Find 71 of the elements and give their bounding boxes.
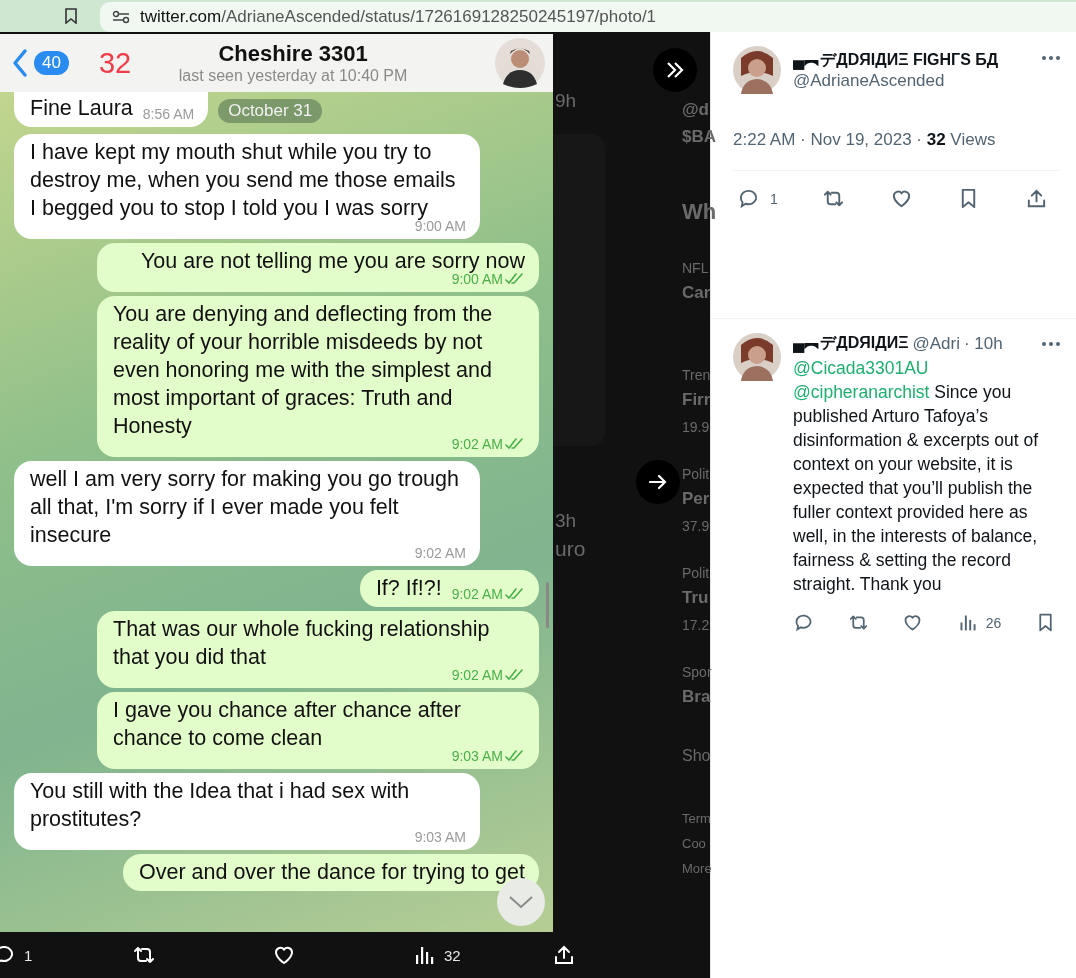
- dimmed-text: Term: [682, 810, 712, 828]
- message-text: Over and over the dance for trying to get: [138, 859, 525, 886]
- message-time: 9:02 AM: [414, 545, 466, 561]
- date-pill: October 31: [218, 99, 323, 123]
- message-time: 8:56 AM: [142, 106, 195, 122]
- message-text: You still with the Idea that i had sex with prostitutes?: [30, 778, 411, 833]
- dimmed-text: Per: [682, 489, 711, 509]
- message-text: If? If!?!: [375, 575, 442, 602]
- more-icon[interactable]: [1042, 56, 1060, 60]
- dimmed-text: @d: [682, 100, 710, 120]
- reply-icon[interactable]: [737, 187, 760, 210]
- dimmed-text: Sho: [682, 746, 712, 766]
- action-count: 1: [24, 946, 33, 964]
- message-text: I have kept my mouth shut while you try to destroy me, when you send me those emails I begged you to stop I told you I was sorry: [30, 139, 457, 221]
- dimmed-text: 37.9: [682, 517, 711, 536]
- message-time: 9:02 AM: [451, 436, 503, 452]
- unread-count: 32: [98, 46, 132, 80]
- address-bar[interactable]: twitter.com/AdrianeAscended/status/1726169128250245197/photo/1: [100, 2, 1076, 32]
- double-chevron-icon: [665, 61, 685, 79]
- action-count: 1: [770, 190, 778, 207]
- dimmed-text: Tru: [682, 588, 710, 608]
- unread-badge: 40: [34, 51, 69, 75]
- last-seen-text: last seen yesterday at 10:40 PM: [178, 67, 408, 85]
- scrollbar[interactable]: [546, 582, 549, 628]
- message-text: I gave you chance after chance after chance to come clean: [113, 697, 462, 751]
- arrow-right-icon: [648, 473, 668, 491]
- reply-icon[interactable]: [793, 612, 814, 633]
- chevron-down-icon: [508, 895, 534, 909]
- share-icon[interactable]: [1025, 187, 1048, 210]
- expand-button[interactable]: [653, 48, 697, 92]
- contact-name: Cheshire 3301: [218, 41, 368, 67]
- share-icon[interactable]: [552, 943, 576, 967]
- message-text: Fine Laura: [30, 95, 133, 122]
- message-text: You are not telling me you are sorry now: [140, 248, 525, 274]
- avatar[interactable]: [733, 333, 781, 381]
- dimmed-text: Coo: [682, 835, 707, 853]
- message-time: 9:02 AM: [451, 667, 503, 683]
- url-text: twitter.com/AdrianeAscended/status/1726169128250245197/photo/1: [140, 7, 657, 27]
- dimmed-text: uro: [555, 537, 586, 561]
- action-count: 26: [985, 614, 1002, 631]
- display-name[interactable]: ▄︻デДDЯIДИΞ FIGHГS БД: [793, 50, 1030, 71]
- contact-avatar[interactable]: [495, 38, 545, 88]
- message-text: well I am very sorry for making you go trough all that, I'm sorry if I ever made you felt insecure: [30, 466, 460, 548]
- display-name[interactable]: ▄︻デДDЯIДИΞ: [793, 333, 909, 354]
- dimmed-text: 19.9: [682, 418, 711, 437]
- dimmed-text: Tren: [682, 366, 712, 385]
- message-time: 9:03 AM: [451, 748, 503, 764]
- dimmed-text: Polit: [682, 564, 711, 583]
- tune-icon[interactable]: [112, 10, 130, 24]
- next-button[interactable]: [636, 460, 680, 504]
- message-text: You are denying and deflecting from the reality of your horrible misdeeds by not even honoring me with the simplest and most important of graces: Truth and Honesty: [113, 301, 494, 439]
- dimmed-text: 17.2: [682, 616, 711, 635]
- dimmed-text: Firr: [682, 390, 712, 410]
- reply-text: @Cicada3301AU @cipheranarchist Since you published Arturo Tafoya’s disinformation & excerpts out of context on your website, it is expected that you’ll publish the fuller context provided here as well, in the interests of balance, fairness & setting the record straight. Thank you: [793, 357, 1040, 596]
- message-time: 9:03 AM: [414, 829, 466, 845]
- action-count: 32: [444, 946, 461, 964]
- bookmark-icon[interactable]: [64, 8, 78, 24]
- avatar[interactable]: [733, 46, 781, 94]
- dimmed-timestamp: 3h: [555, 510, 577, 532]
- message-text: That was our whole fucking relationship that you did that: [113, 616, 491, 670]
- dimmed-text: Car: [682, 283, 712, 303]
- reply-age: · 10h: [963, 333, 1003, 354]
- dimmed-text: Polit: [682, 465, 711, 484]
- more-icon[interactable]: [1042, 341, 1060, 346]
- user-handle[interactable]: @Adri: [912, 333, 960, 354]
- message-time: 9:02 AM: [451, 586, 503, 602]
- user-handle[interactable]: @AdrianeAscended: [793, 71, 1030, 91]
- back-icon[interactable]: [12, 48, 28, 78]
- dimmed-text: NFL: [682, 259, 710, 278]
- tweet-timestamp: 2:22 AM · Nov 19, 2023 · 32 Views: [733, 130, 1060, 171]
- dimmed-timestamp: 9h: [555, 90, 577, 112]
